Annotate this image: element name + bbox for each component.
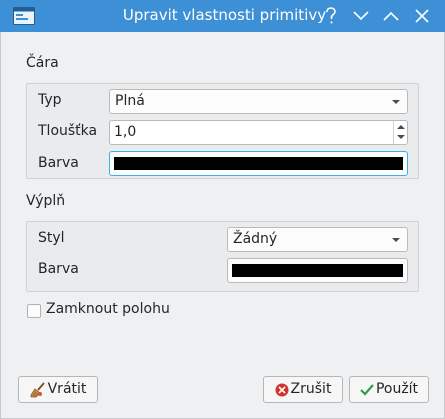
question-mark-icon [326, 7, 336, 24]
apply-button[interactable]: Použít [349, 376, 429, 403]
close-icon [415, 9, 429, 23]
line-color-button[interactable] [109, 151, 408, 176]
fill-section-heading: Výplň [26, 193, 66, 209]
fill-color-button[interactable] [227, 258, 408, 283]
fill-color-swatch [232, 264, 403, 277]
line-type-value: Plná [115, 93, 145, 109]
line-group: Typ Plná Tloušťka 1,0 Barva [26, 83, 419, 179]
lock-position-checkbox[interactable] [27, 304, 41, 318]
spin-down-icon[interactable] [397, 135, 405, 139]
title-bar[interactable]: Upravit vlastnosti primitivy [0, 0, 445, 32]
broom-icon [30, 381, 45, 397]
line-width-spinbox[interactable]: 1,0 [109, 120, 408, 145]
fill-style-label: Styl [38, 230, 65, 246]
window-title: Upravit vlastnosti primitivy [122, 6, 327, 24]
cancel-icon [275, 383, 289, 396]
fill-style-combo[interactable]: Žádný [227, 227, 408, 252]
line-type-label: Typ [38, 92, 62, 108]
chevron-down-icon [353, 11, 369, 21]
line-width-label: Tloušťka [38, 123, 98, 139]
line-type-combo[interactable]: Plná [109, 89, 408, 114]
chevron-down-icon [392, 100, 400, 104]
chevron-up-icon [383, 11, 399, 21]
maximize-button[interactable] [380, 5, 402, 27]
spin-buttons[interactable] [393, 121, 407, 144]
fill-color-label: Barva [38, 261, 79, 277]
help-button[interactable] [320, 5, 342, 27]
fill-style-value: Žádný [233, 231, 278, 247]
revert-button[interactable]: Vrátit [18, 376, 98, 403]
revert-label: Vrátit [47, 381, 87, 397]
dialog-body: Čára Typ Plná Tloušťka 1,0 Barva Výplň S… [0, 32, 445, 419]
checkmark-icon [360, 383, 374, 396]
chevron-down-icon [392, 238, 400, 242]
cancel-label: Zrušit [290, 381, 332, 397]
line-section-heading: Čára [26, 55, 59, 71]
line-width-value: 1,0 [114, 124, 137, 140]
minimize-button[interactable] [350, 5, 372, 27]
spin-up-icon[interactable] [397, 125, 405, 129]
line-color-label: Barva [38, 155, 79, 171]
lock-position-label[interactable]: Zamknout polohu [46, 301, 170, 317]
cancel-button[interactable]: Zrušit [263, 376, 343, 403]
line-color-swatch [114, 157, 403, 170]
apply-label: Použít [375, 381, 419, 397]
fill-group: Styl Žádný Barva [26, 221, 419, 292]
close-button[interactable] [411, 5, 433, 27]
